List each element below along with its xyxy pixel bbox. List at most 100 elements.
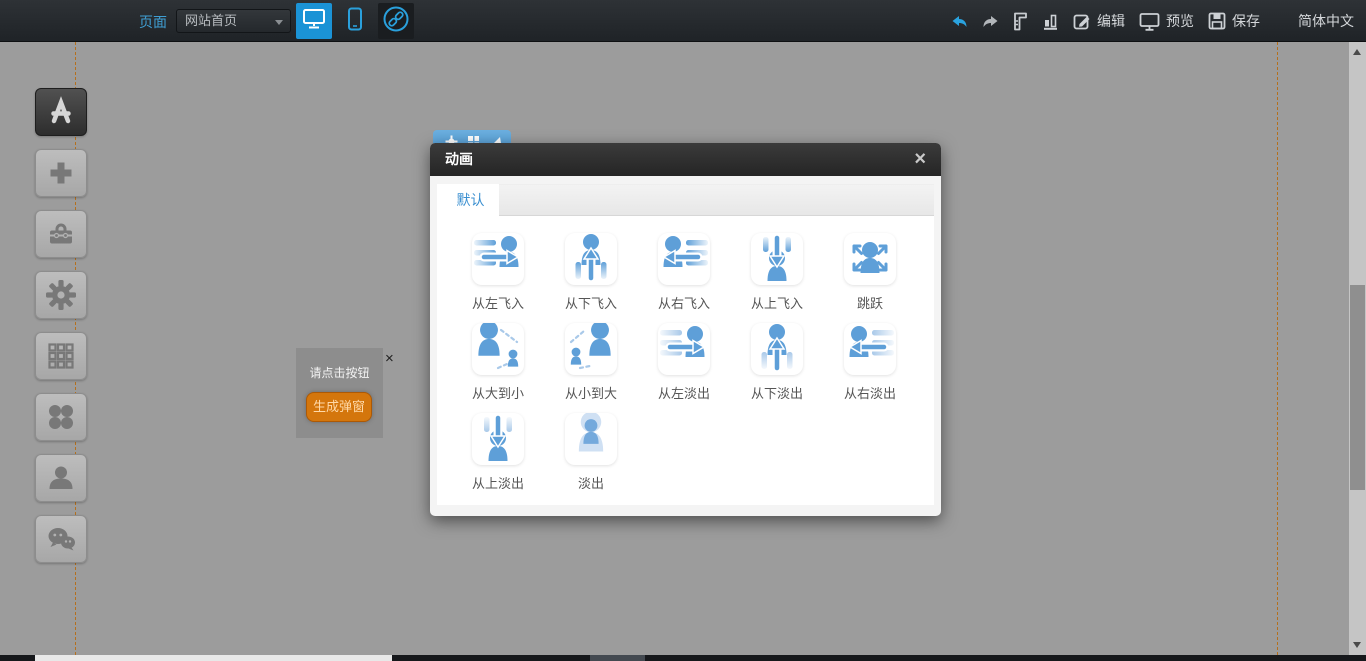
generate-popup-button[interactable]: 生成弹窗 [306, 392, 372, 422]
gear-icon [45, 279, 77, 311]
animation-item[interactable]: 从大到小 [457, 323, 539, 402]
scrollbar-thumb[interactable] [1350, 285, 1365, 490]
dialog-title: 动画 [430, 143, 941, 176]
save-button-label: 保存 [1232, 11, 1260, 31]
mobile-view-button[interactable] [337, 3, 373, 39]
animation-dialog: 动画 × 默认 从左飞入从下飞入从右飞入从上飞入跳跃从大到小从小到大从左淡出从下… [430, 143, 941, 516]
bottom-edge [0, 655, 1366, 661]
person-icon [45, 462, 77, 494]
animation-item-label: 从左淡出 [643, 383, 725, 402]
tab-默认[interactable]: 默认 [442, 184, 499, 216]
sidebar-item-widgets[interactable] [35, 88, 87, 136]
sidebar-item-wechat[interactable] [35, 515, 87, 563]
animation-item-label: 淡出 [550, 473, 632, 492]
undo-button[interactable] [951, 15, 968, 28]
page-label: 页面 [139, 12, 167, 32]
plus-icon [45, 157, 77, 189]
preview-button[interactable]: 预览 [1139, 11, 1194, 31]
popup-trigger-element[interactable]: 请点击按钮 生成弹窗 [296, 348, 383, 438]
fade-out-right-icon [844, 323, 896, 375]
fly-in-bottom-icon [565, 233, 617, 285]
page-select-value: 网站首页 [185, 13, 237, 28]
edit-button[interactable]: 编辑 [1073, 11, 1125, 31]
appstore-icon [45, 96, 77, 128]
link-button[interactable] [378, 3, 414, 39]
toolbar-actions: 编辑 预览 保存 简体中文 [937, 0, 1354, 42]
preview-button-label: 预览 [1166, 11, 1194, 31]
animation-item[interactable]: 从右淡出 [829, 323, 911, 402]
animation-item-label: 从下飞入 [550, 293, 632, 312]
animation-item-label: 跳跃 [829, 293, 911, 312]
animation-item-label: 从上飞入 [736, 293, 818, 312]
big-to-small-icon [472, 323, 524, 375]
sidebar-item-add[interactable] [35, 149, 87, 197]
edit-icon [1073, 12, 1091, 30]
small-to-big-icon [565, 323, 617, 375]
ruler-button[interactable] [1013, 12, 1028, 31]
animation-item[interactable]: 跳跃 [829, 233, 911, 312]
device-toggle-group [296, 3, 414, 39]
animation-item[interactable]: 从左飞入 [457, 233, 539, 312]
fade-out-icon [565, 413, 617, 465]
desktop-view-button[interactable] [296, 3, 332, 39]
sidebar-item-settings[interactable] [35, 271, 87, 319]
preview-icon [1139, 12, 1160, 31]
animation-item-label: 从左飞入 [457, 293, 539, 312]
grid-icon [45, 340, 77, 372]
animation-item[interactable]: 从下飞入 [550, 233, 632, 312]
undo-icon [951, 15, 968, 28]
scroll-up-icon[interactable] [1353, 49, 1361, 55]
mobile-icon [347, 7, 363, 36]
redo-icon [982, 15, 999, 28]
chevron-down-icon [275, 20, 283, 25]
save-button[interactable]: 保存 [1208, 11, 1260, 31]
dialog-tabbar: 默认 [437, 184, 934, 216]
animation-item[interactable]: 从上淡出 [457, 413, 539, 492]
top-toolbar: 页面 网站首页 编辑 预览 保存 简体中文 [0, 0, 1366, 42]
fade-out-bottom-icon [751, 323, 803, 375]
animation-item[interactable]: 从上飞入 [736, 233, 818, 312]
stats-button[interactable] [1042, 12, 1059, 30]
sidebar-item-user[interactable] [35, 454, 87, 502]
toolbox-icon [45, 218, 77, 250]
clover-icon [45, 401, 77, 433]
delete-element-icon[interactable]: × [385, 350, 394, 367]
page-guide-right [1277, 42, 1278, 655]
close-icon[interactable]: × [914, 148, 926, 171]
animation-grid: 从左飞入从下飞入从右飞入从上飞入跳跃从大到小从小到大从左淡出从下淡出从右淡出从上… [437, 216, 934, 503]
fly-in-top-icon [751, 233, 803, 285]
redo-button[interactable] [982, 15, 999, 28]
animation-item[interactable]: 从下淡出 [736, 323, 818, 402]
animation-item[interactable]: 从右飞入 [643, 233, 725, 312]
language-button[interactable]: 简体中文 [1274, 11, 1354, 31]
stats-icon [1042, 12, 1059, 30]
fade-out-top-icon [472, 413, 524, 465]
left-sidebar [35, 88, 87, 563]
animation-item-label: 从小到大 [550, 383, 632, 402]
scroll-down-icon[interactable] [1353, 642, 1361, 648]
vertical-scrollbar[interactable] [1349, 42, 1366, 655]
jump-icon [844, 233, 896, 285]
sidebar-item-modules[interactable] [35, 332, 87, 380]
horizontal-scrollbar-thumb[interactable] [35, 655, 392, 661]
animation-item[interactable]: 从左淡出 [643, 323, 725, 402]
animation-item[interactable]: 淡出 [550, 413, 632, 492]
animation-item-label: 从大到小 [457, 383, 539, 402]
save-icon [1208, 12, 1226, 30]
animation-item-label: 从上淡出 [457, 473, 539, 492]
sidebar-item-components[interactable] [35, 393, 87, 441]
language-button-label: 简体中文 [1298, 11, 1354, 31]
ruler-icon [1013, 12, 1028, 31]
tab-strip [499, 184, 934, 216]
animation-item[interactable]: 从小到大 [550, 323, 632, 402]
animation-item-label: 从右飞入 [643, 293, 725, 312]
bottom-edge-segment [590, 655, 645, 661]
fly-in-left-icon [472, 233, 524, 285]
sidebar-item-toolbox[interactable] [35, 210, 87, 258]
desktop-icon [302, 8, 326, 35]
animation-item-label: 从右淡出 [829, 383, 911, 402]
page-select[interactable]: 网站首页 [176, 9, 291, 33]
fly-in-right-icon [658, 233, 710, 285]
fade-out-left-icon [658, 323, 710, 375]
dialog-content: 默认 从左飞入从下飞入从右飞入从上飞入跳跃从大到小从小到大从左淡出从下淡出从右淡… [437, 184, 934, 505]
